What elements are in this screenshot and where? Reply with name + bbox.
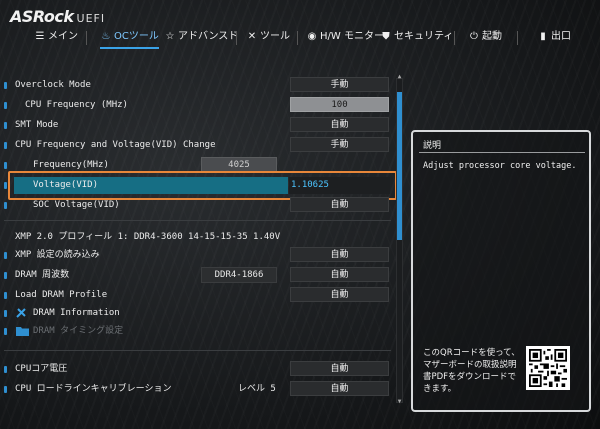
- load-dram-profile-value[interactable]: 自動: [290, 287, 389, 302]
- description-text: Adjust processor core voltage.: [423, 161, 577, 171]
- setting-label: DRAM 周波数: [15, 270, 70, 280]
- setting-xmp-load[interactable]: XMP 設定の読み込み 自動: [0, 247, 395, 263]
- setting-cpu-frequency[interactable]: CPU Frequency (MHz) 100: [0, 97, 395, 113]
- info-marker-icon: [4, 82, 7, 89]
- power-icon: ⏻: [470, 31, 478, 42]
- tab-hw-monitor-label: H/W モニター: [320, 31, 384, 42]
- tab-main-label: メイン: [48, 31, 78, 42]
- dram-frequency-value[interactable]: 自動: [290, 267, 389, 282]
- monitor-icon: ◉: [307, 31, 317, 42]
- info-marker-icon: [4, 142, 7, 149]
- tools-icon: ✕: [247, 31, 257, 42]
- link-label: DRAM タイミング設定: [33, 326, 124, 336]
- description-panel: 説明 Adjust processor core voltage. このQRコー…: [411, 130, 591, 412]
- nav-divider: [517, 31, 518, 45]
- info-marker-icon: [4, 310, 7, 317]
- info-marker-icon: [4, 162, 7, 169]
- setting-label: CPU Frequency (MHz): [25, 100, 128, 110]
- tab-boot[interactable]: ⏻ 起動: [464, 27, 506, 49]
- tab-oc-tools[interactable]: ♨ OCツール: [96, 27, 163, 49]
- info-marker-icon: [4, 182, 7, 189]
- xmp-profile-info: XMP 2.0 プロフィール 1: DDR4-3600 14-15-15-35 …: [0, 229, 395, 245]
- setting-label: CPU ロードラインキャリブレーション: [15, 384, 172, 394]
- link-label: DRAM Information: [33, 308, 120, 318]
- info-marker-icon: [4, 386, 7, 393]
- setting-cpu-llc[interactable]: CPU ロードラインキャリブレーション レベル 5 自動: [0, 381, 395, 397]
- nav-divider: [236, 31, 237, 45]
- setting-label: SOC Voltage(VID): [33, 200, 120, 210]
- setting-label: XMP 設定の読み込み: [15, 250, 100, 260]
- tab-security-label: セキュリティ: [394, 31, 454, 42]
- setting-smt-mode[interactable]: SMT Mode 自動: [0, 117, 395, 133]
- setting-load-dram-profile[interactable]: Load DRAM Profile 自動: [0, 287, 395, 303]
- scroll-up-arrow-icon[interactable]: ▲: [396, 73, 403, 80]
- section-divider: [4, 350, 391, 351]
- setting-cpu-freq-voltage-change[interactable]: CPU Frequency and Voltage(VID) Change 手動: [0, 137, 395, 153]
- asrock-logo: ASRock UEFI: [10, 7, 106, 26]
- cpu-llc-current: レベル 5: [238, 384, 276, 394]
- list-icon: ☰: [35, 31, 45, 42]
- dram-information-link[interactable]: DRAM Information: [0, 305, 395, 321]
- dram-frequency-current: DDR4-1866: [201, 267, 277, 283]
- info-marker-icon: [4, 272, 7, 279]
- scrollbar-thumb[interactable]: [397, 92, 402, 240]
- dram-timing-link[interactable]: DRAM タイミング設定: [0, 323, 395, 339]
- tab-advanced-label: アドバンスド: [178, 31, 239, 42]
- wrench-icon: [16, 308, 26, 318]
- qr-instruction: このQRコードを使って、マザーボードの取扱説明書PDFをダウンロードできます。: [423, 348, 520, 394]
- top-nav: ☰ メイン ♨ OCツール ☆ アドバンスド ✕ ツール ◉ H/W モニター ⛊ セキュリ…: [0, 27, 600, 49]
- cpu-core-voltage-value[interactable]: 自動: [290, 361, 389, 376]
- tab-tools-label: ツール: [260, 31, 290, 42]
- nav-divider: [297, 31, 298, 45]
- shield-icon: ⛊: [382, 31, 390, 42]
- nav-divider: [86, 31, 87, 45]
- setting-soc-voltage[interactable]: SOC Voltage(VID) 自動: [0, 197, 395, 213]
- section-divider: [4, 220, 391, 221]
- tab-exit-label: 出口: [551, 31, 571, 42]
- description-title: 説明: [423, 141, 442, 151]
- tab-advanced[interactable]: ☆ アドバンスド: [160, 27, 242, 49]
- star-icon: ☆: [165, 31, 175, 42]
- description-divider: [419, 152, 585, 153]
- info-marker-icon: [4, 122, 7, 129]
- info-marker-icon: [4, 252, 7, 259]
- qr-code-icon: [529, 349, 567, 387]
- overclock-mode-value[interactable]: 手動: [290, 77, 389, 92]
- tab-tools[interactable]: ✕ ツール: [242, 27, 294, 49]
- setting-label: Overclock Mode: [15, 80, 91, 90]
- info-marker-icon: [4, 202, 7, 209]
- nav-divider: [454, 31, 455, 45]
- tab-oc-tools-label: OCツール: [114, 31, 159, 42]
- setting-label: CPUコア電圧: [15, 364, 68, 374]
- tab-security[interactable]: ⛊ セキュリティ: [376, 27, 457, 49]
- cpu-freq-voltage-change-value[interactable]: 手動: [290, 137, 389, 152]
- cpu-frequency-value[interactable]: 100: [290, 97, 389, 112]
- flame-icon: ♨: [101, 31, 111, 42]
- tab-exit[interactable]: ▮ 出口: [533, 27, 575, 49]
- highlight-frame: [8, 171, 397, 200]
- info-marker-icon: [4, 292, 7, 299]
- info-marker-icon: [4, 102, 7, 109]
- xmp-profile-label: XMP 2.0 プロフィール 1: DDR4-3600 14-15-15-35 …: [15, 232, 281, 242]
- setting-label: Load DRAM Profile: [15, 290, 108, 300]
- setting-dram-frequency[interactable]: DRAM 周波数 DDR4-1866 自動: [0, 267, 395, 283]
- exit-icon: ▮: [540, 31, 546, 42]
- smt-mode-value[interactable]: 自動: [290, 117, 389, 132]
- qr-code: [526, 346, 570, 390]
- folder-icon: [16, 327, 29, 336]
- setting-label: CPU Frequency and Voltage(VID) Change: [15, 140, 216, 150]
- xmp-load-value[interactable]: 自動: [290, 247, 389, 262]
- cpu-llc-value[interactable]: 自動: [290, 381, 389, 396]
- info-marker-icon: [4, 366, 7, 373]
- info-marker-icon: [4, 328, 7, 335]
- setting-cpu-core-voltage[interactable]: CPUコア電圧 自動: [0, 361, 395, 377]
- setting-label: SMT Mode: [15, 120, 59, 130]
- setting-overclock-mode[interactable]: Overclock Mode 手動: [0, 77, 395, 93]
- tab-boot-label: 起動: [482, 31, 502, 42]
- soc-voltage-value[interactable]: 自動: [290, 197, 389, 212]
- tab-main[interactable]: ☰ メイン: [30, 27, 82, 49]
- scroll-down-arrow-icon[interactable]: ▼: [396, 398, 403, 405]
